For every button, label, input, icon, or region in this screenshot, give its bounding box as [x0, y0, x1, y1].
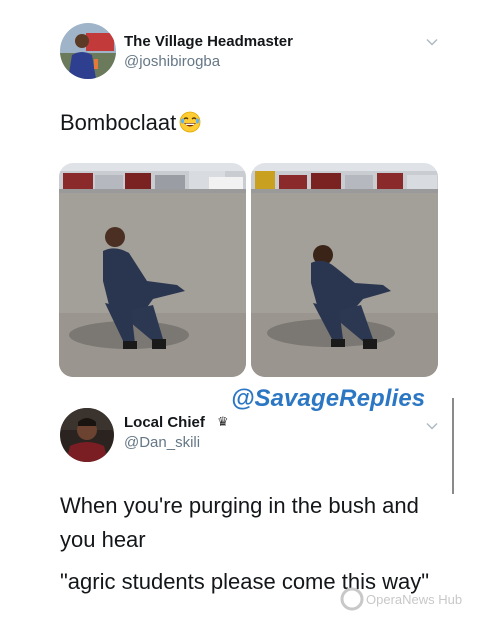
- display-name[interactable]: The Village Headmaster: [124, 33, 293, 50]
- user-handle[interactable]: @Dan_skili: [124, 434, 200, 451]
- tweet-text: Bomboclaat: [60, 110, 201, 139]
- crown-icon: ♛: [217, 414, 229, 429]
- divider-line: [452, 398, 454, 494]
- display-name[interactable]: Local Chief: [124, 414, 205, 431]
- operanews-hub-text: OperaNews Hub: [366, 592, 462, 607]
- joy-emoji-icon: [179, 111, 201, 139]
- avatar-village-headmaster[interactable]: [60, 23, 116, 79]
- tweet-text-line: you hear: [60, 527, 146, 552]
- tweet-text-line: When you're purging in the bush and: [60, 493, 419, 518]
- chevron-down-icon[interactable]: [426, 422, 438, 430]
- savagereplies-watermark: @SavageReplies: [231, 385, 426, 412]
- photo-man-crouching-thinking[interactable]: [59, 163, 246, 377]
- avatar-local-chief[interactable]: [60, 408, 114, 462]
- photo-man-crouching-head-in-hands[interactable]: [251, 163, 438, 377]
- chevron-down-icon[interactable]: [426, 38, 438, 46]
- operanews-hub-logo: OperaNews Hub: [340, 587, 462, 611]
- tweet-photos: [59, 163, 438, 377]
- tweet-text-content: Bomboclaat: [60, 110, 177, 135]
- user-handle[interactable]: @joshibirogba: [124, 53, 220, 70]
